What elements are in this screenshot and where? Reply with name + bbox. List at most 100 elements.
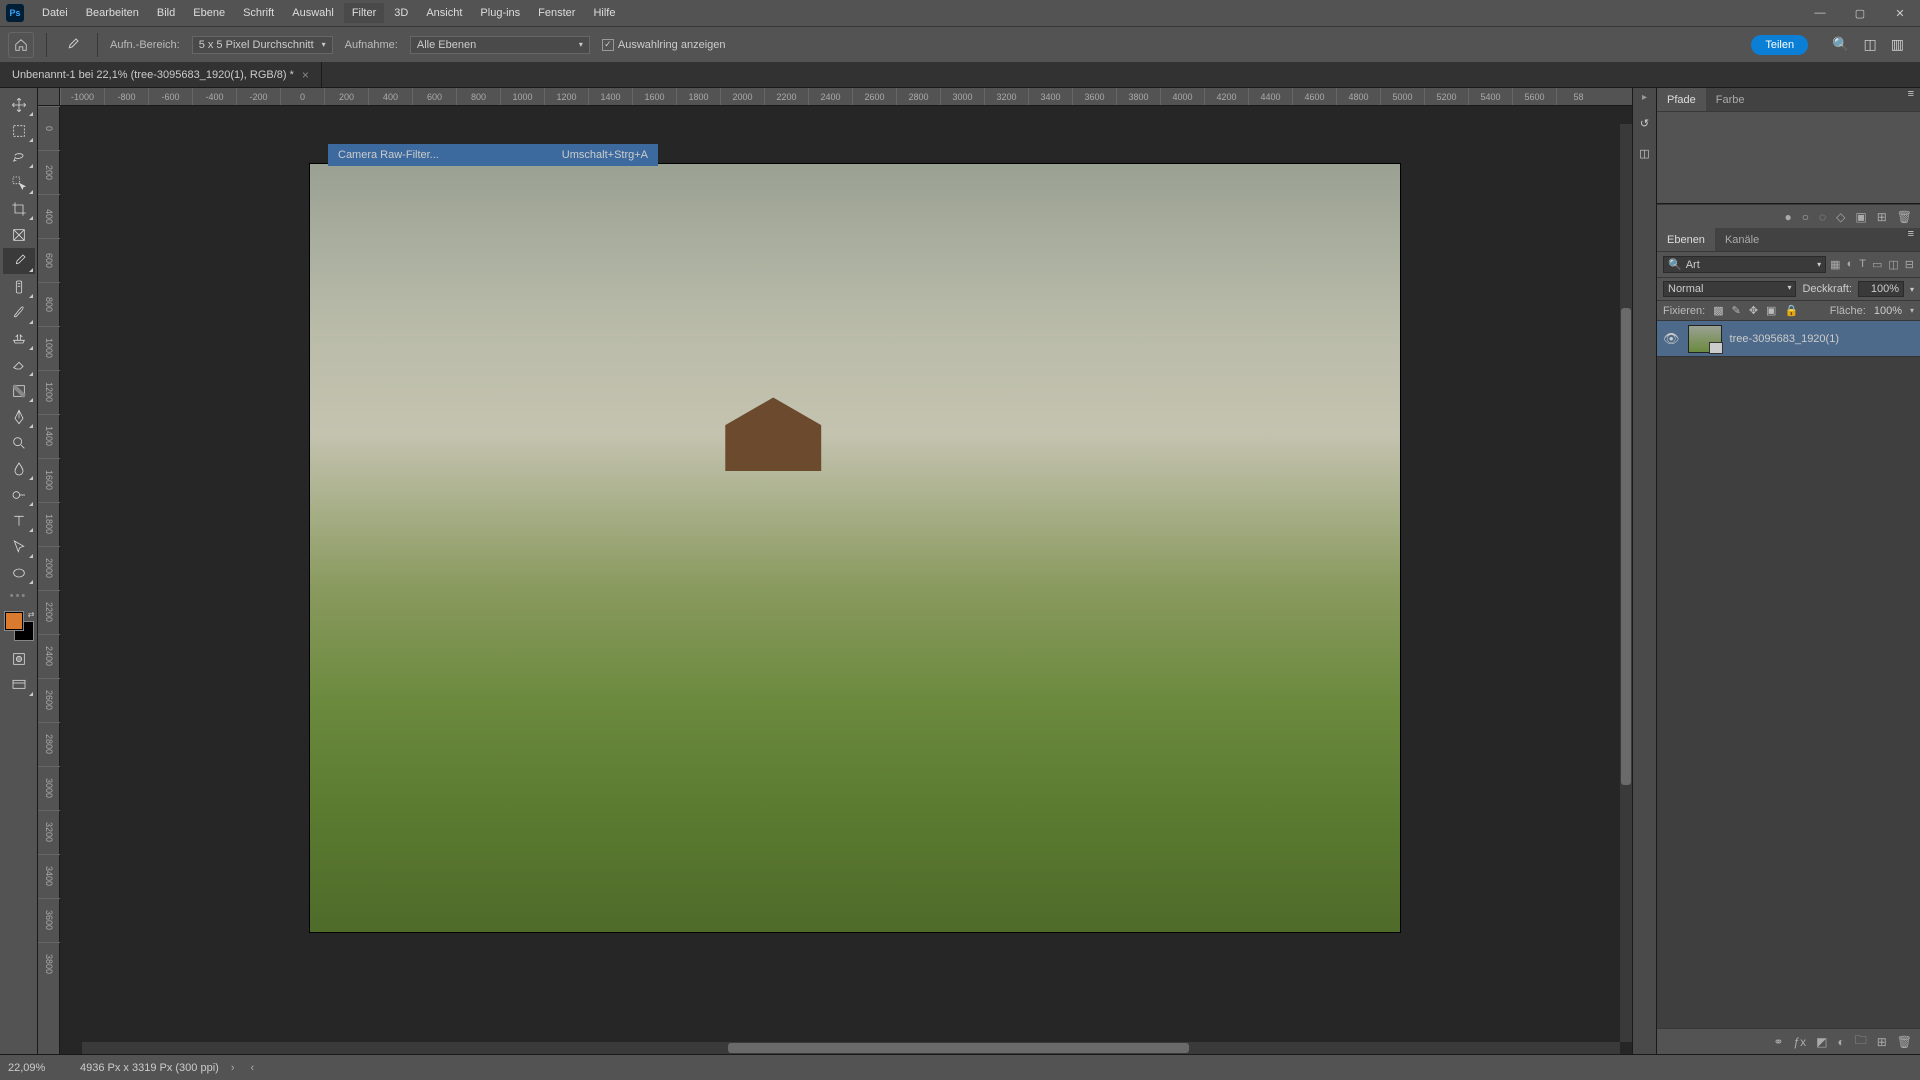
- tab-pfade[interactable]: Pfade: [1657, 88, 1706, 111]
- lock-pixels-icon[interactable]: ✎: [1732, 304, 1741, 317]
- home-button[interactable]: [8, 32, 34, 58]
- eraser-tool[interactable]: [3, 352, 35, 378]
- pen-tool[interactable]: [3, 404, 35, 430]
- lasso-tool[interactable]: [3, 144, 35, 170]
- menu-schrift[interactable]: Schrift: [235, 3, 282, 23]
- vertical-scrollbar[interactable]: [1620, 124, 1632, 1042]
- layer-fx-icon[interactable]: ƒx: [1793, 1035, 1806, 1049]
- brush-tool[interactable]: [3, 300, 35, 326]
- workspace-icon[interactable]: ◫: [1864, 36, 1877, 53]
- panel-menu-icon[interactable]: ≡: [1902, 228, 1920, 251]
- foreground-color[interactable]: [5, 612, 23, 630]
- stroke-path-icon[interactable]: ○: [1802, 210, 1809, 224]
- opacity-input[interactable]: 100%: [1858, 281, 1904, 297]
- marquee-tool[interactable]: [3, 118, 35, 144]
- horizontal-scrollbar[interactable]: [82, 1042, 1620, 1054]
- selection-from-path-icon[interactable]: ◌: [1819, 210, 1826, 224]
- show-ring-checkbox[interactable]: ✓Auswahlring anzeigen: [602, 39, 726, 51]
- menu-bild[interactable]: Bild: [149, 3, 183, 23]
- color-swatches[interactable]: ⇄: [5, 612, 33, 640]
- filter-adjust-icon[interactable]: ◐: [1847, 258, 1854, 271]
- frame-tool[interactable]: [3, 222, 35, 248]
- visibility-toggle-icon[interactable]: 👁: [1663, 331, 1680, 347]
- healing-tool[interactable]: [3, 274, 35, 300]
- zoom-tool[interactable]: [3, 430, 35, 456]
- type-tool[interactable]: [3, 508, 35, 534]
- close-button[interactable]: ✕: [1880, 0, 1920, 26]
- shape-tool[interactable]: [3, 560, 35, 586]
- menu-datei[interactable]: Datei: [34, 3, 76, 23]
- blur-tool[interactable]: [3, 456, 35, 482]
- status-flyout-icon[interactable]: ›: [231, 1062, 235, 1074]
- dodge-tool[interactable]: [3, 482, 35, 508]
- panel-toggle-icon[interactable]: ▥: [1891, 36, 1904, 53]
- share-button[interactable]: Teilen: [1751, 35, 1808, 55]
- search-icon[interactable]: 🔍: [1832, 36, 1849, 53]
- filter-menu-highlight[interactable]: Camera Raw-Filter... Umschalt+Strg+A: [328, 144, 658, 166]
- add-mask-icon[interactable]: ▣: [1855, 210, 1866, 224]
- doc-info[interactable]: 4936 Px x 3319 Px (300 ppi): [80, 1062, 219, 1074]
- sample-layers-dropdown[interactable]: Alle Ebenen▾: [410, 36, 590, 54]
- close-tab-icon[interactable]: ×: [302, 68, 309, 82]
- swap-colors-icon[interactable]: ⇄: [28, 610, 35, 619]
- menu-auswahl[interactable]: Auswahl: [284, 3, 342, 23]
- document-image[interactable]: [310, 164, 1400, 932]
- panel-menu-icon[interactable]: ≡: [1902, 88, 1920, 111]
- layer-name-label[interactable]: tree-3095683_1920(1): [1730, 333, 1914, 345]
- blend-mode-dropdown[interactable]: Normal▾: [1663, 281, 1796, 297]
- quick-mask-tool[interactable]: [3, 646, 35, 672]
- expand-dock-icon[interactable]: ▸: [1642, 92, 1647, 103]
- delete-layer-icon[interactable]: 🗑: [1897, 1035, 1912, 1049]
- layer-mask-icon[interactable]: ◩: [1816, 1035, 1827, 1049]
- chevron-down-icon[interactable]: ▾: [1910, 285, 1914, 294]
- sample-size-dropdown[interactable]: 5 x 5 Pixel Durchschnitt▾: [192, 36, 333, 54]
- layer-thumbnail[interactable]: [1688, 325, 1722, 353]
- zoom-value[interactable]: 22,09%: [8, 1062, 68, 1074]
- adjustment-layer-icon[interactable]: ◐: [1837, 1035, 1844, 1049]
- history-panel-icon[interactable]: ↺: [1635, 113, 1655, 133]
- libraries-panel-icon[interactable]: ◫: [1635, 143, 1655, 163]
- paths-panel-body[interactable]: [1657, 112, 1920, 204]
- layer-row[interactable]: 👁 tree-3095683_1920(1): [1657, 321, 1920, 357]
- menu-3d[interactable]: 3D: [386, 3, 416, 23]
- path-from-selection-icon[interactable]: ◇: [1836, 210, 1845, 224]
- maximize-button[interactable]: ▢: [1840, 0, 1880, 26]
- lock-all-icon[interactable]: 🔒: [1784, 304, 1798, 317]
- move-tool[interactable]: [3, 92, 35, 118]
- tab-ebenen[interactable]: Ebenen: [1657, 228, 1715, 251]
- tab-kanaele[interactable]: Kanäle: [1715, 228, 1769, 251]
- status-nav-left-icon[interactable]: ‹: [250, 1062, 254, 1074]
- ruler-vertical[interactable]: 0200400600800100012001400160018002000220…: [38, 106, 60, 1054]
- lock-artboard-icon[interactable]: ▣: [1766, 304, 1776, 317]
- edit-toolbar[interactable]: •••: [0, 586, 37, 606]
- filter-shape-icon[interactable]: ▭: [1872, 258, 1882, 271]
- menu-hilfe[interactable]: Hilfe: [585, 3, 623, 23]
- minimize-button[interactable]: —: [1800, 0, 1840, 26]
- object-select-tool[interactable]: [3, 170, 35, 196]
- gradient-tool[interactable]: [3, 378, 35, 404]
- fill-input[interactable]: 100%: [1874, 305, 1902, 317]
- menu-fenster[interactable]: Fenster: [530, 3, 583, 23]
- lock-transparency-icon[interactable]: ▩: [1713, 304, 1723, 317]
- filter-type-icon[interactable]: T: [1859, 258, 1866, 271]
- link-layers-icon[interactable]: ⚭: [1773, 1035, 1783, 1049]
- menu-filter[interactable]: Filter: [344, 3, 384, 23]
- menu-bearbeiten[interactable]: Bearbeiten: [78, 3, 147, 23]
- new-path-icon[interactable]: ⊞: [1877, 210, 1887, 224]
- tab-farbe[interactable]: Farbe: [1706, 88, 1755, 111]
- canvas-area[interactable]: Camera Raw-Filter... Umschalt+Strg+A: [60, 106, 1632, 1054]
- fill-path-icon[interactable]: ●: [1784, 210, 1791, 224]
- scrollbar-thumb[interactable]: [1621, 308, 1631, 785]
- ruler-origin[interactable]: [38, 88, 60, 106]
- filter-pixel-icon[interactable]: ▦: [1830, 258, 1840, 271]
- filter-smart-icon[interactable]: ◫: [1888, 258, 1898, 271]
- document-tab[interactable]: Unbenannt-1 bei 22,1% (tree-3095683_1920…: [0, 62, 322, 87]
- filter-toggle-icon[interactable]: ⊟: [1905, 258, 1914, 271]
- layer-group-icon[interactable]: 🗀: [1855, 1031, 1867, 1052]
- lock-position-icon[interactable]: ✥: [1749, 304, 1758, 317]
- delete-path-icon[interactable]: 🗑: [1897, 210, 1912, 224]
- ruler-horizontal[interactable]: -1000-800-600-400-2000200400600800100012…: [60, 88, 1632, 106]
- layer-filter-dropdown[interactable]: 🔍 Art ▾: [1663, 256, 1826, 273]
- chevron-down-icon[interactable]: ▾: [1910, 306, 1914, 315]
- menu-ansicht[interactable]: Ansicht: [418, 3, 470, 23]
